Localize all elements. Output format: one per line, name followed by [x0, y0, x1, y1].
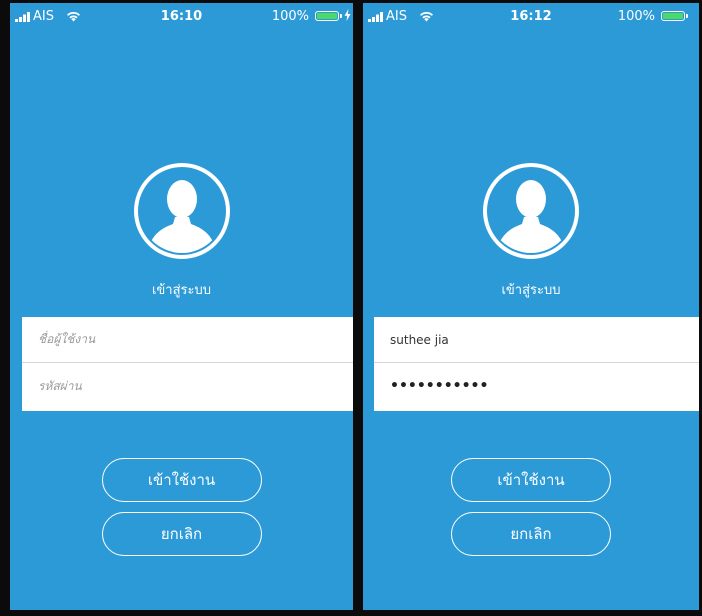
- username-field[interactable]: ชื่อผู้ใช้งาน: [22, 317, 353, 363]
- login-form: suthee jia •••••••••••: [374, 317, 699, 411]
- user-avatar-icon: [133, 163, 230, 259]
- status-bar: AIS 16:10 100%: [10, 3, 353, 31]
- username-value: suthee jia: [390, 332, 449, 347]
- battery-tip: [340, 14, 342, 18]
- charging-bolt-icon: [344, 9, 351, 21]
- battery-icon: [315, 11, 339, 21]
- password-field[interactable]: •••••••••••: [374, 363, 699, 409]
- cancel-button[interactable]: ยกเลิก: [451, 512, 611, 556]
- screenshot: AIS 16:10 100% เข้าสู่ระบบ ชื่อผู้ใช้งาน…: [0, 0, 702, 616]
- login-form: ชื่อผู้ใช้งาน รหัสผ่าน: [22, 317, 353, 411]
- password-value: •••••••••••: [390, 378, 489, 394]
- battery-tip: [686, 14, 688, 18]
- login-button[interactable]: เข้าใช้งาน: [101, 458, 262, 502]
- login-screen-filled: AIS 16:12 100% เข้าสู่ระบบ suthee jia ••…: [363, 3, 699, 610]
- status-bar: AIS 16:12 100%: [363, 3, 699, 31]
- battery-percent: 100%: [271, 9, 309, 24]
- password-placeholder: รหัสผ่าน: [38, 378, 82, 393]
- login-button[interactable]: เข้าใช้งาน: [451, 458, 611, 502]
- battery-icon: [661, 11, 685, 21]
- password-field[interactable]: รหัสผ่าน: [22, 363, 353, 409]
- cancel-button[interactable]: ยกเลิก: [101, 512, 262, 556]
- battery-percent: 100%: [617, 9, 655, 24]
- login-title: เข้าสู่ระบบ: [501, 283, 561, 298]
- user-avatar-icon: [483, 163, 579, 259]
- username-placeholder: ชื่อผู้ใช้งาน: [38, 332, 96, 346]
- username-field[interactable]: suthee jia: [374, 317, 699, 363]
- login-screen-empty: AIS 16:10 100% เข้าสู่ระบบ ชื่อผู้ใช้งาน…: [10, 3, 353, 610]
- login-title: เข้าสู่ระบบ: [151, 283, 212, 298]
